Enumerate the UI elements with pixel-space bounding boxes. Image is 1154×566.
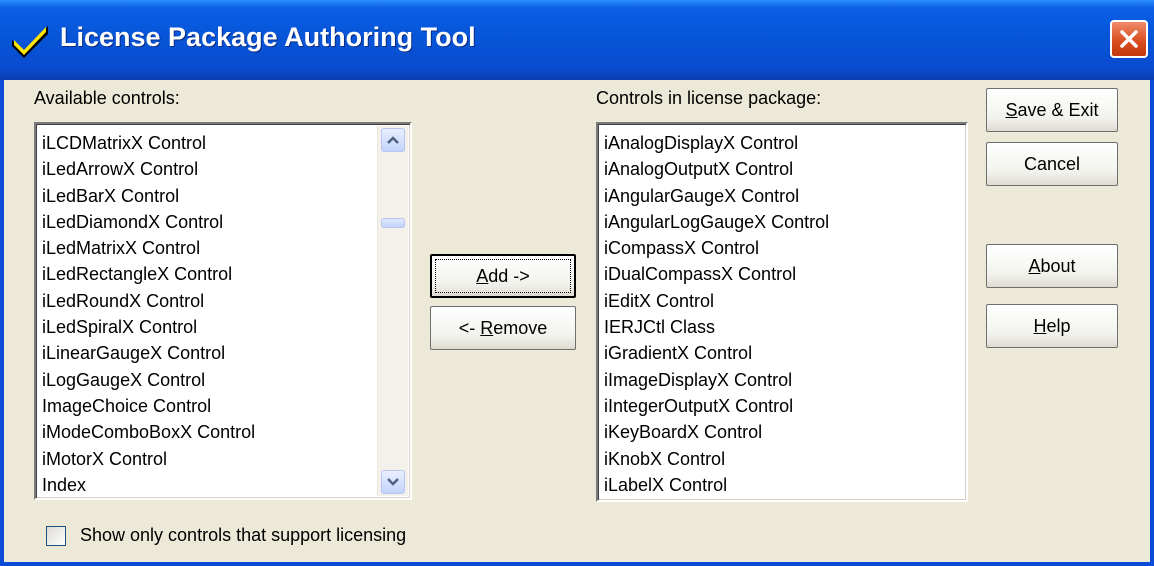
package-controls-items: iAnalogDisplayX Control iAnalogOutputX Co… — [604, 130, 829, 498]
help-button[interactable]: Help — [986, 304, 1118, 348]
list-item[interactable]: iGradientX Control — [604, 340, 829, 366]
available-controls-label: Available controls: — [34, 88, 180, 108]
list-item[interactable]: iLogGaugeX Control — [42, 367, 255, 393]
list-item[interactable]: iLedBarX Control — [42, 183, 255, 209]
list-item[interactable]: iKnobX Control — [604, 446, 829, 472]
list-item[interactable]: iDualCompassX Control — [604, 261, 829, 287]
about-button[interactable]: About — [986, 244, 1118, 288]
title-bar[interactable]: License Package Authoring Tool — [0, 0, 1154, 80]
help-label: Help — [1033, 315, 1071, 336]
package-controls-list[interactable]: iAnalogDisplayX Control iAnalogOutputX Co… — [596, 122, 968, 502]
cancel-button[interactable]: Cancel — [986, 142, 1118, 186]
list-item[interactable]: iEditX Control — [604, 288, 829, 314]
list-item[interactable]: iLedDiamondX Control — [42, 209, 255, 235]
list-item[interactable]: iLedArrowX Control — [42, 156, 255, 182]
available-controls-items: iLCDMatrixX Control iLedArrowX Control iLe… — [42, 130, 255, 498]
scroll-up-button[interactable] — [381, 128, 405, 152]
license-authoring-window: License Package Authoring Tool Available… — [0, 0, 1154, 566]
list-item[interactable]: IERJCtl Class — [604, 314, 829, 340]
scroll-thumb[interactable] — [381, 218, 405, 228]
list-item[interactable]: iLinearGaugeX Control — [42, 340, 255, 366]
list-item[interactable]: iAnalogDisplayX Control — [604, 130, 829, 156]
list-item[interactable]: iIntegerOutputX Control — [604, 393, 829, 419]
dialog-body: Available controls: iLCDMatrixX Control i… — [4, 80, 1150, 562]
remove-button-label: <- Remove — [458, 317, 548, 338]
list-item[interactable]: iModeComboBoxX Control — [42, 419, 255, 445]
licensing-only-label[interactable]: Show only controls that support licensin… — [80, 525, 406, 546]
available-controls-scrollbar[interactable] — [377, 126, 408, 496]
list-item[interactable]: iLedMatrixX Control — [42, 235, 255, 261]
window-title: License Package Authoring Tool — [60, 22, 476, 52]
save-exit-button[interactable]: Save & Exit — [986, 88, 1118, 132]
package-controls-label: Controls in license package: — [596, 88, 822, 108]
scroll-down-button[interactable] — [381, 470, 405, 494]
list-item[interactable]: iAngularLogGaugeX Control — [604, 209, 829, 235]
list-item[interactable]: ImageChoice Control — [42, 393, 255, 419]
cancel-label: Cancel — [1023, 153, 1081, 174]
licensing-only-checkbox[interactable] — [46, 526, 66, 546]
save-exit-label: Save & Exit — [1005, 99, 1099, 120]
list-item[interactable]: iLabelX Control — [604, 472, 829, 498]
add-button[interactable]: Add -> — [430, 254, 576, 298]
chevron-down-icon — [387, 478, 399, 486]
about-label: About — [1028, 255, 1076, 276]
list-item[interactable]: iCompassX Control — [604, 235, 829, 261]
list-item[interactable]: iKeyBoardX Control — [604, 419, 829, 445]
list-item[interactable]: iLedRoundX Control — [42, 288, 255, 314]
list-item[interactable]: iAngularGaugeX Control — [604, 183, 829, 209]
list-item[interactable]: iMotorX Control — [42, 446, 255, 472]
remove-button[interactable]: <- Remove — [430, 306, 576, 350]
list-item[interactable]: Index — [42, 472, 255, 498]
close-icon — [1120, 30, 1138, 48]
checkmark-icon — [12, 26, 48, 58]
available-controls-list[interactable]: iLCDMatrixX Control iLedArrowX Control iLe… — [34, 122, 412, 500]
add-button-label: Add -> — [476, 265, 530, 286]
list-item[interactable]: iLedRectangleX Control — [42, 261, 255, 287]
close-button[interactable] — [1110, 20, 1148, 58]
list-item[interactable]: iLedSpiralX Control — [42, 314, 255, 340]
list-item[interactable]: iLCDMatrixX Control — [42, 130, 255, 156]
chevron-up-icon — [387, 136, 399, 144]
list-item[interactable]: iAnalogOutputX Control — [604, 156, 829, 182]
list-item[interactable]: iImageDisplayX Control — [604, 367, 829, 393]
